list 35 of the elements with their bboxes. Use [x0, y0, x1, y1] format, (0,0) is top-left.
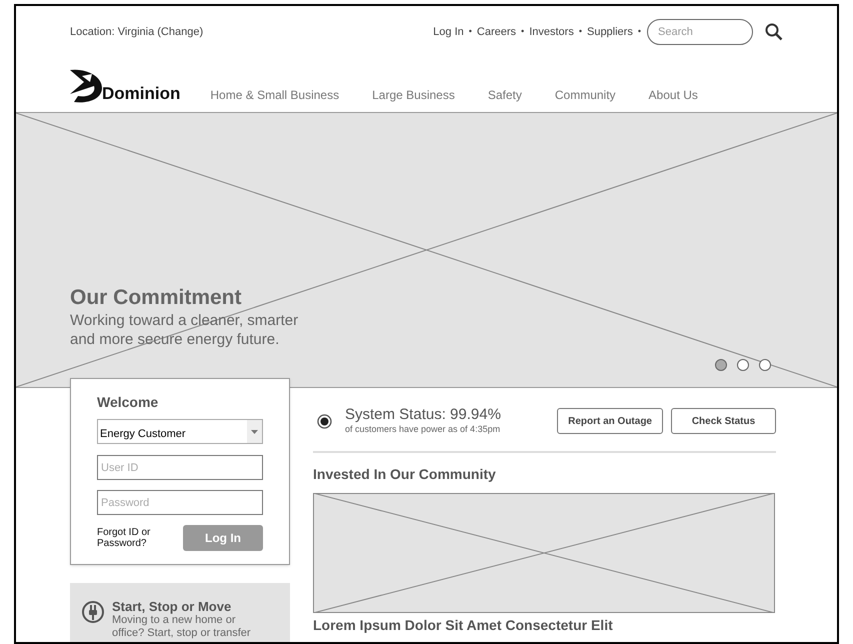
nav-link[interactable]: About Us — [648, 86, 698, 104]
account-type-dropdown[interactable]: Energy Customer — [97, 419, 263, 444]
status-title: System Status: 99.94% — [345, 406, 501, 423]
search-field[interactable]: Search — [647, 19, 753, 45]
forgot-link[interactable]: Forgot ID or Password? — [97, 527, 157, 549]
start-stop-panel[interactable]: Start, Stop or Move Moving to a new home or office? Start, stop or transfer — [70, 583, 290, 642]
nav-link[interactable]: Community — [554, 86, 616, 104]
separator: • — [468, 25, 472, 38]
top-link[interactable]: Suppliers — [586, 24, 633, 40]
status-button[interactable]: Report an Outage — [557, 408, 663, 434]
panel-text: Moving to a new home or office? Start, stop or transfer — [112, 614, 252, 640]
top-link[interactable]: Investors — [529, 24, 574, 40]
plug-icon — [82, 601, 104, 623]
login-title: Welcome — [97, 393, 160, 412]
nav-link[interactable]: Safety — [488, 86, 522, 104]
article-title: Lorem Ipsum Dolor Sit Amet Consectetur Elit — [313, 616, 614, 634]
location-text[interactable]: Location: Virginia (Change) — [70, 24, 204, 40]
search-icon[interactable] — [765, 23, 783, 41]
status-indicator-icon — [317, 414, 332, 429]
status-button[interactable]: Check Status — [671, 408, 776, 434]
panel-title: Start, Stop or Move — [112, 599, 232, 614]
caret-icon — [251, 430, 258, 434]
separator: • — [578, 25, 582, 38]
top-link[interactable]: Careers — [476, 24, 516, 40]
logo[interactable]: Dominion — [68, 68, 180, 106]
password-field[interactable]: Password — [97, 490, 263, 515]
user-id-field[interactable]: User ID — [97, 455, 263, 480]
top-link[interactable]: Log In — [433, 24, 464, 40]
section-heading: Invested In Our Community — [313, 464, 497, 484]
separator: • — [521, 25, 524, 38]
nav-link[interactable]: Large Business — [372, 86, 455, 104]
separator: • — [638, 25, 641, 38]
status-subtitle: of customers have power as of 4:35pm — [345, 423, 501, 436]
nav-link[interactable]: Home & Small Business — [210, 86, 340, 104]
hero-title: Our Commitment — [70, 285, 243, 311]
